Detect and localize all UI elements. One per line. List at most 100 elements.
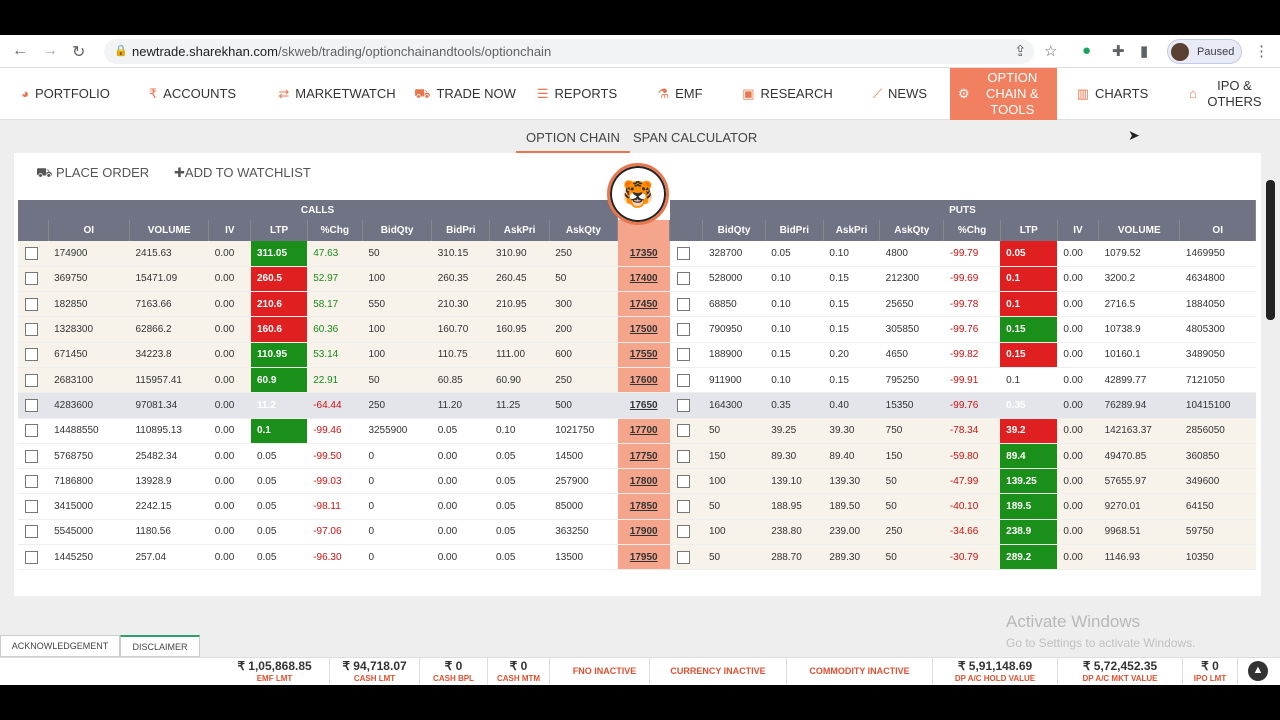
put-cell: 50	[702, 544, 766, 571]
side-panel-icon[interactable]: ▮	[1140, 42, 1148, 60]
call-select-checkbox[interactable]	[18, 241, 49, 267]
put-cell: 50	[879, 544, 944, 571]
call-select-checkbox[interactable]	[18, 392, 49, 419]
option-row[interactable]: 174900 2415.63 0.00 311.05 47.63 50 310.15 310.…	[18, 241, 1256, 267]
option-row[interactable]: 182850 7163.66 0.00 210.6 58.17 550 210.30 210.…	[18, 291, 1256, 318]
nav-accounts[interactable]: ₹ ACCOUNTS	[135, 68, 250, 120]
strike-price-link[interactable]: 17800	[617, 468, 670, 495]
option-row[interactable]: 5545000 1180.56 0.00 0.05 -97.06 0 0.00 0.05 363…	[18, 519, 1256, 546]
option-row[interactable]: 3415000 2242.15 0.00 0.05 -98.11 0 0.00 0.05 850…	[18, 493, 1256, 520]
put-select-checkbox[interactable]	[669, 418, 703, 444]
option-chain-table: CALLS PUTS OI VOLUME IV LTP %Chg BidQty BidPri…	[18, 200, 1256, 571]
call-select-checkbox[interactable]	[18, 291, 49, 318]
select-col-header	[18, 220, 49, 241]
strike-price-link[interactable]: 17650	[617, 392, 670, 419]
strike-price-link[interactable]: 17500	[617, 316, 670, 343]
forward-icon[interactable]: →	[42, 42, 58, 60]
strike-price-link[interactable]: 17700	[617, 418, 670, 444]
call-select-checkbox[interactable]	[18, 443, 49, 470]
option-row[interactable]: 671450 34223.8 0.00 110.95 53.14 100 110.75 111…	[18, 342, 1256, 368]
grammarly-extension-icon[interactable]: ●	[1082, 42, 1091, 59]
put-select-checkbox[interactable]	[669, 544, 703, 571]
address-bar[interactable]: 🔒 newtrade.sharekhan.com/skweb/trading/o…	[104, 39, 1034, 64]
nav-emf[interactable]: ⚗ EMF	[640, 68, 720, 120]
nav-label: OPTION CHAIN & TOOLS	[985, 70, 1039, 117]
extensions-puzzle-icon[interactable]: ✚	[1112, 42, 1125, 60]
call-col-header: IV	[208, 220, 252, 241]
status-label: DP A/C HOLD VALUE	[954, 674, 1036, 683]
share-icon[interactable]: ⇪	[1014, 42, 1027, 60]
nav-reports[interactable]: ☰ REPORTS	[527, 68, 627, 120]
option-row[interactable]: 369750 15471.09 0.00 260.5 52.97 100 260.35 260…	[18, 266, 1256, 293]
bookmark-star-icon[interactable]: ☆	[1044, 42, 1057, 60]
put-select-checkbox[interactable]	[669, 342, 703, 368]
call-select-checkbox[interactable]	[18, 266, 49, 293]
strike-price-link[interactable]: 17950	[617, 544, 670, 571]
put-select-checkbox[interactable]	[669, 266, 703, 293]
call-cell: 50	[362, 241, 432, 267]
call-select-checkbox[interactable]	[18, 544, 49, 571]
nav-trade-now[interactable]: ⛟ TRADE NOW	[410, 68, 520, 120]
reload-icon[interactable]: ↻	[72, 42, 85, 62]
back-icon[interactable]: ←	[12, 42, 28, 60]
option-row[interactable]: 5768750 25482.34 0.00 0.05 -99.50 0 0.00 0.05 14…	[18, 443, 1256, 470]
nav-research[interactable]: ▣ RESEARCH	[735, 68, 840, 120]
option-row[interactable]: 2683100 115957.41 0.00 60.9 22.91 50 60.85 60.9…	[18, 367, 1256, 394]
call-cell: 13500	[549, 544, 618, 571]
tab-acknowledgement[interactable]: ACKNOWLEDGEMENT	[0, 635, 120, 657]
place-order-button[interactable]: ⛟ PLACE ORDER	[36, 165, 149, 183]
call-select-checkbox[interactable]	[18, 418, 49, 444]
strike-price-link[interactable]: 17400	[617, 266, 670, 293]
put-select-checkbox[interactable]	[669, 468, 703, 495]
put-select-checkbox[interactable]	[669, 367, 703, 394]
profile-button[interactable]: Paused	[1167, 39, 1242, 64]
put-select-checkbox[interactable]	[669, 519, 703, 546]
call-select-checkbox[interactable]	[18, 342, 49, 368]
call-ltp-cell: 260.5	[250, 266, 308, 293]
nav-marketwatch[interactable]: ⇄ MARKETWATCH	[272, 68, 402, 120]
nav-ipo-others[interactable]: ⌂ IPO & OTHERS	[1185, 68, 1270, 120]
strike-price-link[interactable]: 17750	[617, 443, 670, 470]
strike-price-link[interactable]: 17450	[617, 291, 670, 318]
limits-status-bar: ₹ 1,05,868.85 EMF LMT ₹ 94,718.07 CASH LMT ₹…	[0, 657, 1280, 685]
call-cell: 160.95	[489, 316, 550, 343]
put-select-checkbox[interactable]	[669, 392, 703, 419]
put-select-checkbox[interactable]	[669, 316, 703, 343]
strike-price-link[interactable]: 17350	[617, 241, 670, 267]
call-cell: 100	[362, 342, 432, 368]
tab-option-chain[interactable]: OPTION CHAIN	[516, 130, 630, 153]
call-select-checkbox[interactable]	[18, 367, 49, 394]
scrollbar[interactable]	[1266, 180, 1275, 320]
put-select-checkbox[interactable]	[669, 493, 703, 520]
more-menu-icon[interactable]: ⋮	[1254, 42, 1269, 60]
nav-charts[interactable]: ▥ CHARTS	[1070, 68, 1155, 120]
call-ltp-cell: 11.2	[250, 392, 308, 419]
option-row[interactable]: 4283600 97081.34 0.00 11.2 -64.44 250 11.20 11.…	[18, 392, 1256, 419]
call-select-checkbox[interactable]	[18, 316, 49, 343]
nav-option-chain-tools[interactable]: ⚙ OPTION CHAIN & TOOLS	[950, 68, 1057, 120]
option-row[interactable]: 1445250 257.04 0.00 0.05 -96.30 0 0.00 0.05 1350…	[18, 544, 1256, 571]
put-cell: 188900	[702, 342, 766, 368]
put-select-checkbox[interactable]	[669, 241, 703, 267]
option-row[interactable]: 1328300 62866.2 0.00 160.6 60.36 100 160.70 160…	[18, 316, 1256, 343]
tab-disclaimer[interactable]: DISCLAIMER	[120, 635, 200, 657]
scroll-up-icon[interactable]: ▲	[1248, 661, 1268, 681]
strike-price-link[interactable]: 17900	[617, 519, 670, 546]
tab-span-calculator[interactable]: SPAN CALCULATOR	[633, 130, 757, 145]
strike-price-link[interactable]: 17850	[617, 493, 670, 520]
nav-portfolio[interactable]: ◕ PORTFOLIO	[8, 68, 123, 120]
call-select-checkbox[interactable]	[18, 519, 49, 546]
strike-price-link[interactable]: 17600	[617, 367, 670, 394]
add-to-watchlist-button[interactable]: ✚ADD TO WATCHLIST	[174, 165, 311, 181]
nav-news[interactable]: ⟋ NEWS	[860, 68, 940, 120]
call-select-checkbox[interactable]	[18, 493, 49, 520]
call-cell: 0.00	[208, 443, 251, 470]
put-select-checkbox[interactable]	[669, 291, 703, 318]
put-cell: 9270.01	[1098, 493, 1180, 520]
option-row[interactable]: 14488550 110895.13 0.00 0.1 -99.46 3255900 0.0…	[18, 418, 1256, 444]
put-select-checkbox[interactable]	[669, 443, 703, 470]
put-ltp-cell: 189.5	[1000, 493, 1058, 520]
call-select-checkbox[interactable]	[18, 468, 49, 495]
option-row[interactable]: 7186800 13928.9 0.00 0.05 -99.03 0 0.00 0.05 257…	[18, 468, 1256, 495]
strike-price-link[interactable]: 17550	[617, 342, 670, 368]
